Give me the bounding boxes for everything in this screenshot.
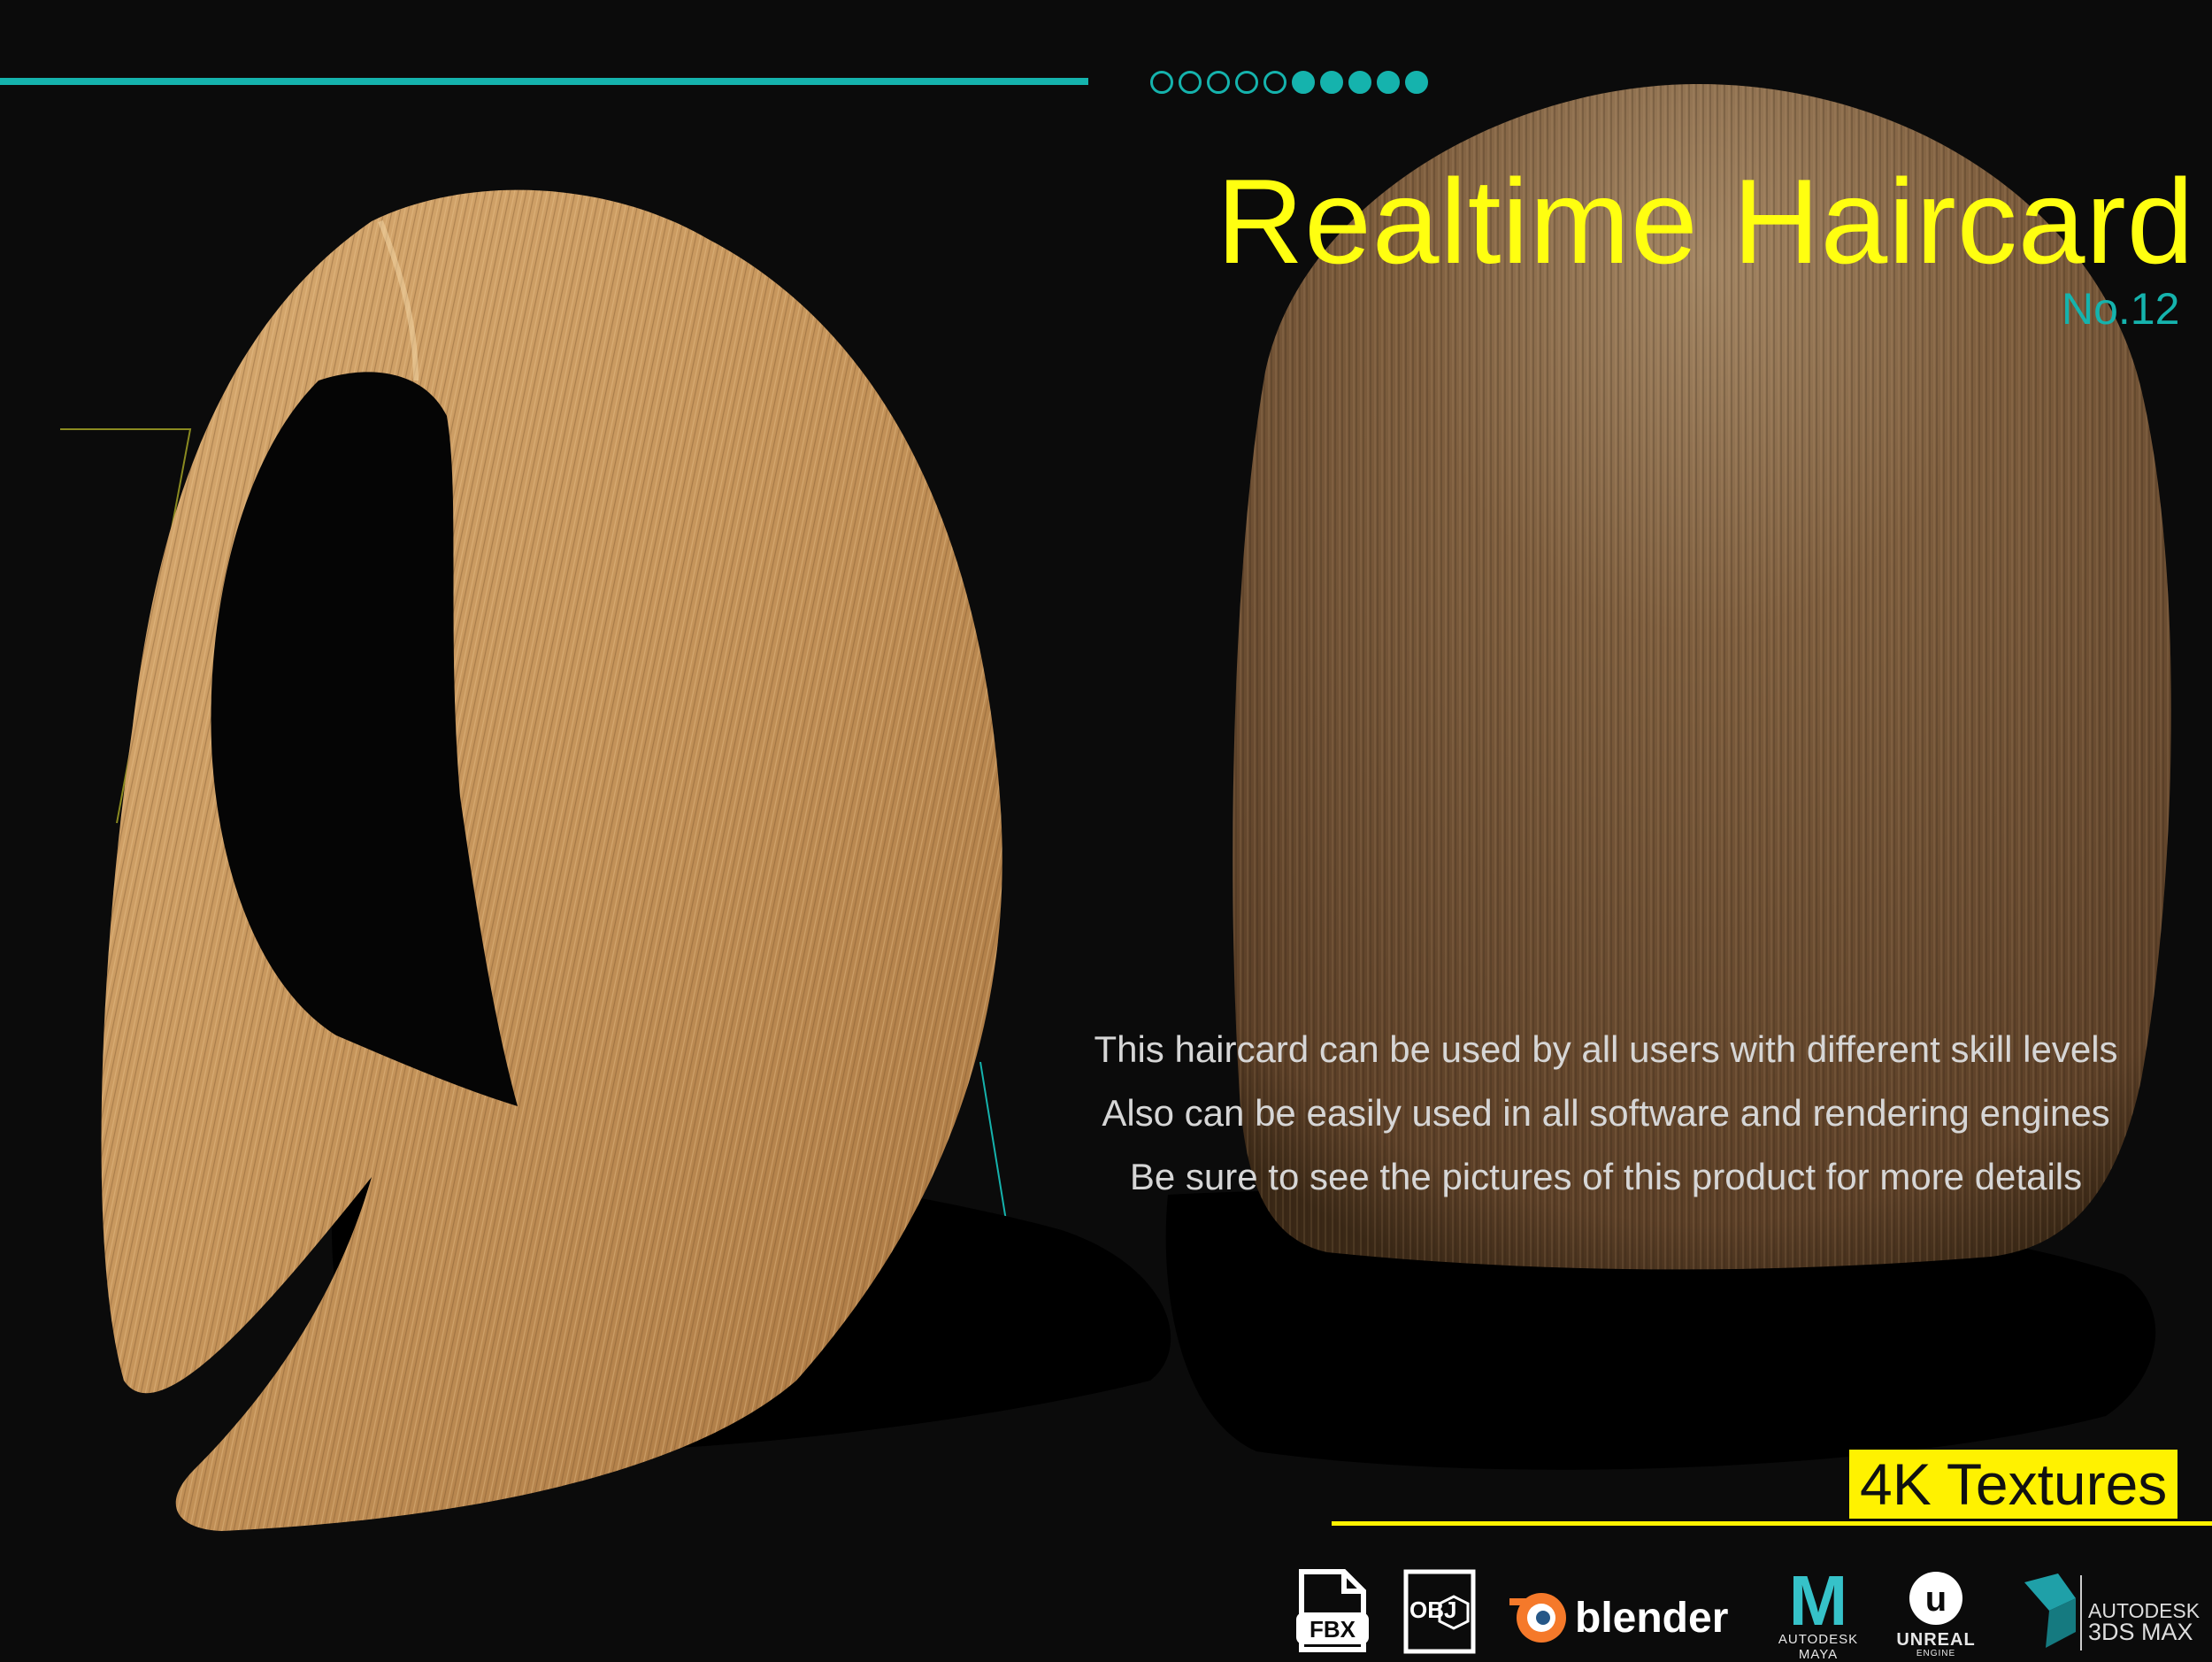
3ds-max-logo: AUTODESK 3DS MAX: [2019, 1566, 2212, 1655]
header-accent-line: [0, 78, 1088, 85]
product-number: No.12: [2062, 284, 2180, 334]
svg-text:u: u: [1925, 1580, 1947, 1619]
svg-text:blender: blender: [1575, 1595, 1728, 1642]
product-title: Realtime Haircard: [1217, 154, 2195, 289]
progress-dot-filled: [1292, 71, 1315, 94]
textures-badge: 4K Textures: [1849, 1450, 2178, 1519]
obj-file-icon: OBJ: [1402, 1566, 1479, 1655]
svg-text:OBJ: OBJ: [1409, 1597, 1456, 1623]
footer-accent-line: [1332, 1521, 2212, 1526]
progress-dot-filled: [1320, 71, 1343, 94]
progress-dot-empty: [1263, 71, 1286, 94]
progress-dot-empty: [1235, 71, 1258, 94]
progress-dot-filled: [1405, 71, 1428, 94]
description-block: This haircard can be used by all users w…: [1044, 1018, 2168, 1209]
progress-dot-filled: [1377, 71, 1400, 94]
unreal-engine-logo: u UNREAL ENGINE: [1874, 1566, 1998, 1658]
description-line: This haircard can be used by all users w…: [1094, 1028, 2118, 1070]
svg-text:FBX: FBX: [1310, 1616, 1356, 1643]
progress-dot-empty: [1179, 71, 1202, 94]
progress-dot-filled: [1348, 71, 1371, 94]
description-line: Also can be easily used in all software …: [1102, 1092, 2110, 1134]
svg-text:M: M: [1789, 1566, 1848, 1637]
progress-dot-empty: [1150, 71, 1173, 94]
fbx-file-icon: FBX: [1294, 1566, 1371, 1655]
maya-logo: M AUTODESK MAYA: [1774, 1561, 1863, 1662]
progress-dot-empty: [1207, 71, 1230, 94]
progress-dots: [1150, 71, 1428, 94]
blender-logo: blender: [1504, 1566, 1752, 1655]
description-line: Be sure to see the pictures of this prod…: [1129, 1156, 2083, 1197]
